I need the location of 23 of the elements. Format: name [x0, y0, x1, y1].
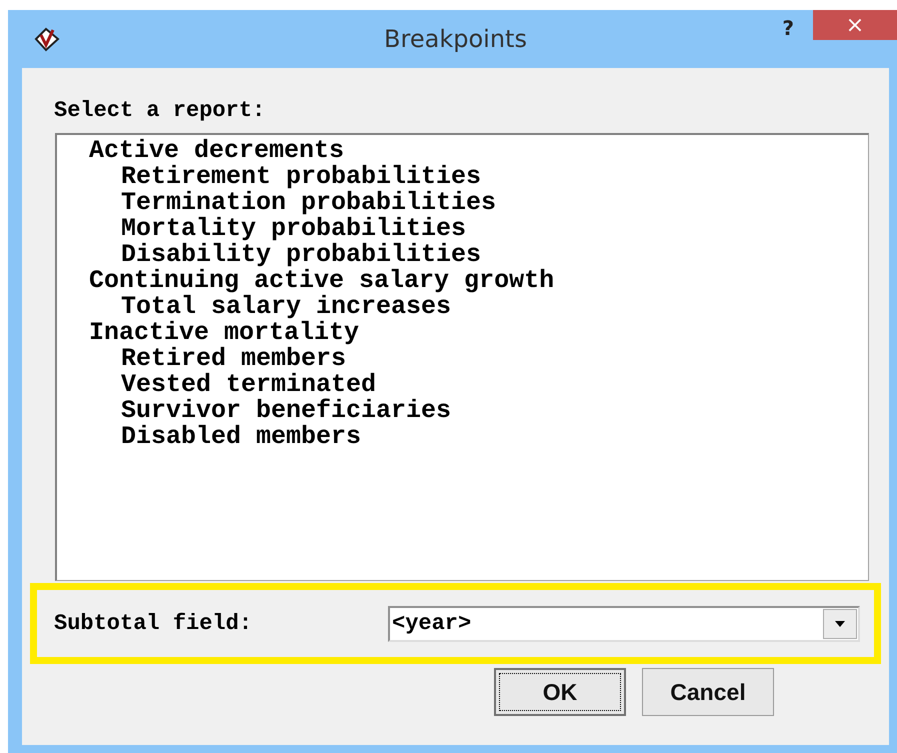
subtotal-label: Subtotal field:: [54, 611, 254, 636]
report-list[interactable]: [55, 133, 869, 581]
report-item[interactable]: Disabled members: [121, 424, 362, 450]
help-button[interactable]: ?: [782, 16, 794, 40]
report-group-item[interactable]: Active decrements: [89, 138, 344, 164]
report-item[interactable]: Total salary increases: [121, 294, 452, 320]
report-item[interactable]: Mortality probabilities: [121, 216, 466, 242]
dialog-button[interactable]: Cancel: [642, 668, 774, 716]
close-button[interactable]: ×: [813, 10, 897, 40]
report-item[interactable]: Disability probabilities: [121, 242, 482, 268]
report-label: Select a report:: [54, 98, 266, 123]
dialog-button[interactable]: OK: [494, 668, 626, 716]
window-title: Breakpoints: [384, 25, 527, 53]
report-item[interactable]: Retirement probabilities: [121, 164, 482, 190]
report-item[interactable]: Termination probabilities: [121, 190, 496, 216]
app-logo-icon: [34, 26, 60, 52]
report-item[interactable]: Retired members: [121, 346, 346, 372]
report-item[interactable]: Vested terminated: [121, 372, 376, 398]
report-group-item[interactable]: Inactive mortality: [89, 320, 360, 346]
subtotal-dropdown[interactable]: <year>: [388, 606, 860, 642]
report-item[interactable]: Survivor beneficiaries: [121, 398, 452, 424]
report-group-item[interactable]: Continuing active salary growth: [89, 268, 554, 294]
dropdown-arrow-icon: [835, 620, 845, 626]
